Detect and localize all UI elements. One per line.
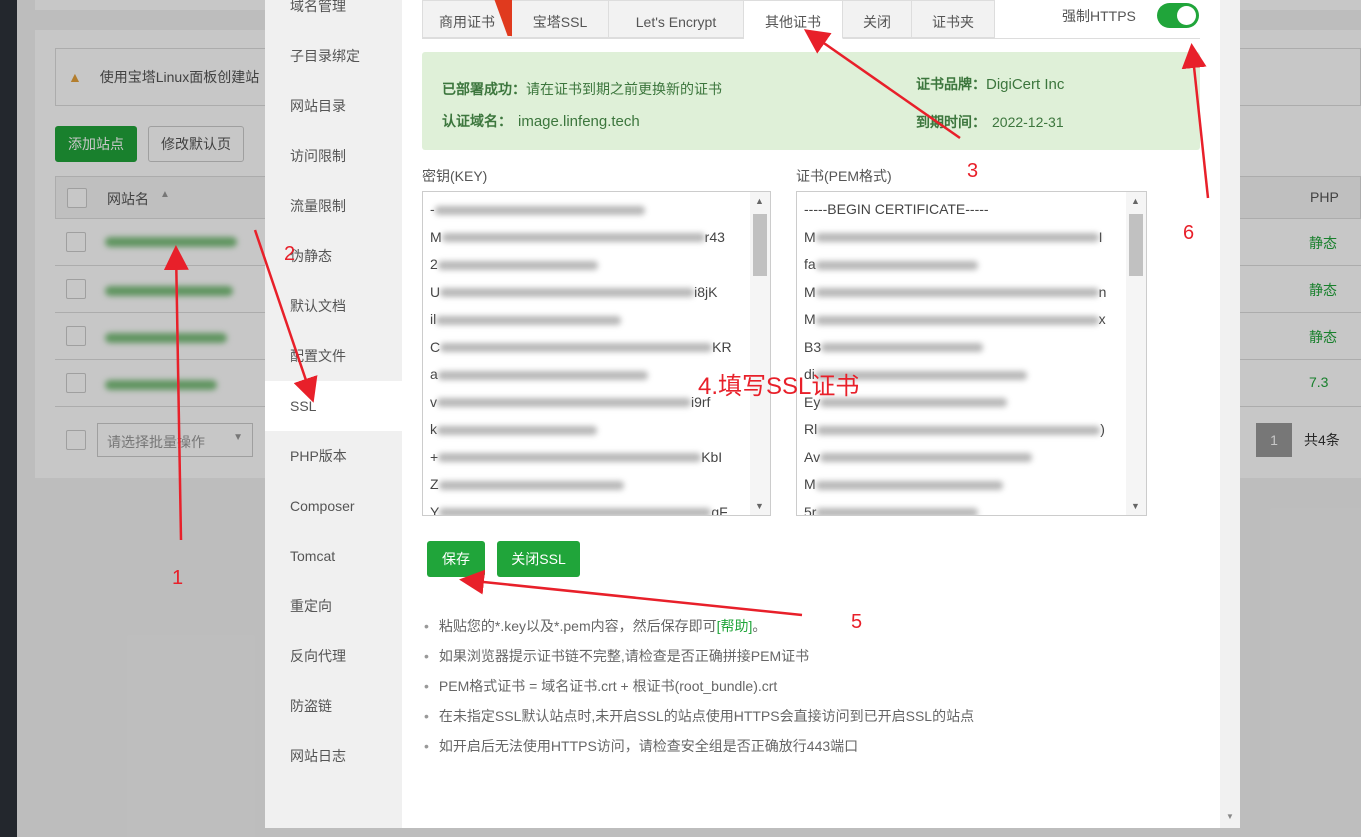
arrow-6	[1181, 43, 1210, 199]
annotation-1: 1	[172, 567, 184, 589]
annotation-arrows	[163, 29, 1210, 617]
arrow-5	[459, 569, 803, 617]
arrow-3	[803, 29, 961, 140]
annotation-2: 2	[284, 243, 296, 265]
annotation-5: 5	[851, 611, 863, 633]
annotation-3: 3	[967, 160, 979, 182]
annotation-6: 6	[1183, 222, 1195, 244]
arrow-1	[163, 245, 189, 541]
annotation-4: 4.填写SSL证书	[698, 373, 860, 400]
